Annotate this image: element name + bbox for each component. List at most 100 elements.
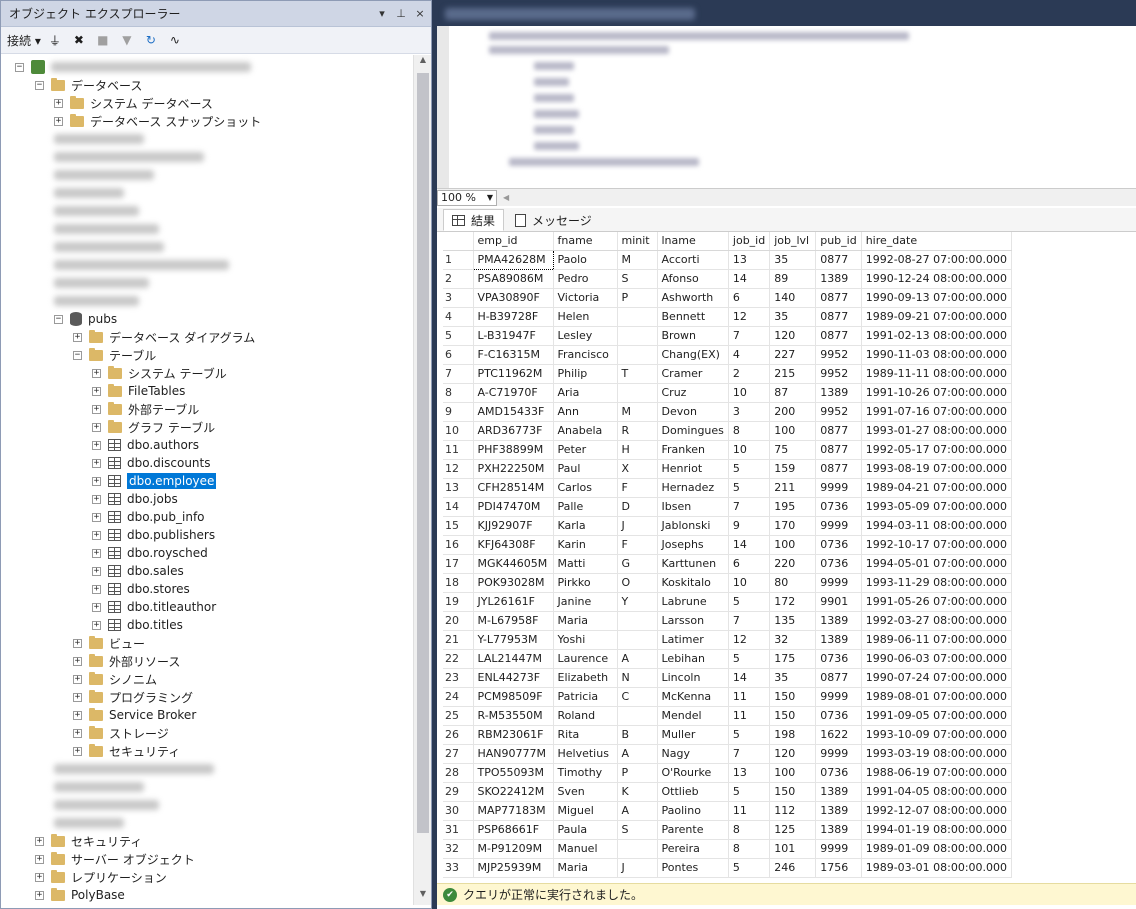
tree-node[interactable]: − pubs: [54, 310, 117, 328]
tree-node[interactable]: + プログラミング: [73, 688, 193, 706]
table-cell[interactable]: 1993-05-09 07:00:00.000: [861, 497, 1013, 517]
table-cell[interactable]: [617, 630, 658, 650]
table-cell[interactable]: H-B39728F: [473, 307, 554, 327]
row-number[interactable]: 5: [443, 326, 474, 346]
column-header[interactable]: minit: [617, 232, 658, 251]
redacted-database-node[interactable]: [54, 130, 144, 148]
table-cell[interactable]: PMA42628M: [472, 249, 554, 270]
table-cell[interactable]: B: [617, 725, 658, 745]
table-cell[interactable]: 13: [728, 250, 771, 270]
table-cell[interactable]: [617, 611, 658, 631]
table-cell[interactable]: 5: [728, 592, 771, 612]
table-cell[interactable]: 0877: [815, 307, 862, 327]
tree-node[interactable]: + システム テーブル: [92, 364, 227, 382]
table-cell[interactable]: 1994-03-11 08:00:00.000: [861, 516, 1013, 536]
table-cell[interactable]: PTC11962M: [473, 364, 554, 384]
expand-icon[interactable]: +: [35, 854, 44, 864]
table-cell[interactable]: PCM98509F: [473, 687, 554, 707]
table-cell[interactable]: 89: [769, 269, 817, 289]
table-row[interactable]: 6 F-C16315M Francisco Chang(EX) 4 227 9952 1990…: [443, 345, 1013, 365]
table-cell[interactable]: 101: [769, 839, 817, 859]
row-number[interactable]: 31: [443, 820, 474, 840]
expand-icon[interactable]: +: [92, 386, 101, 396]
row-number[interactable]: 28: [443, 763, 474, 783]
redacted-database-node[interactable]: [54, 202, 139, 220]
row-number[interactable]: 29: [443, 782, 474, 802]
table-cell[interactable]: PSA89086M: [473, 269, 554, 289]
table-cell[interactable]: 1991-07-16 07:00:00.000: [861, 402, 1013, 422]
table-cell[interactable]: Patricia: [553, 687, 618, 707]
row-number[interactable]: 1: [443, 250, 474, 270]
table-cell[interactable]: Victoria: [553, 288, 618, 308]
tree-node[interactable]: + ビュー: [73, 634, 145, 652]
table-cell[interactable]: CFH28514M: [473, 478, 554, 498]
table-row[interactable]: 23 ENL44273F Elizabeth N Lincoln 14 35 0877 1990…: [443, 668, 1013, 688]
tree-node[interactable]: + dbo.roysched: [92, 544, 208, 562]
table-cell[interactable]: 1389: [815, 820, 862, 840]
table-cell[interactable]: M: [617, 250, 658, 270]
table-cell[interactable]: 150: [769, 782, 817, 802]
tree-node[interactable]: + システム データベース: [54, 94, 213, 112]
expand-icon[interactable]: +: [73, 674, 82, 684]
collapse-icon[interactable]: −: [73, 350, 82, 360]
table-cell[interactable]: Parente: [657, 820, 729, 840]
table-cell[interactable]: Timothy: [553, 763, 618, 783]
table-cell[interactable]: 1993-08-19 07:00:00.000: [861, 459, 1013, 479]
table-cell[interactable]: 1389: [815, 801, 862, 821]
table-cell[interactable]: 175: [769, 649, 817, 669]
table-cell[interactable]: Y: [617, 592, 658, 612]
table-row[interactable]: 25 R-M53550M Roland Mendel 11 150 0736 1991-09-…: [443, 706, 1013, 726]
table-row[interactable]: 18 POK93028M Pirkko O Koskitalo 10 80 9999 1993-…: [443, 573, 1013, 593]
table-row[interactable]: 2 PSA89086M Pedro S Afonso 14 89 1389 1990-12-24…: [443, 269, 1013, 289]
table-cell[interactable]: 1756: [815, 858, 862, 878]
filter-icon[interactable]: ▼: [117, 30, 137, 50]
table-cell[interactable]: 11: [728, 706, 771, 726]
table-cell[interactable]: R: [617, 421, 658, 441]
table-cell[interactable]: 4: [728, 345, 771, 365]
table-row[interactable]: 20 M-L67958F Maria Larsson 7 135 1389 1992-03-2…: [443, 611, 1013, 631]
table-cell[interactable]: 10: [728, 440, 771, 460]
object-explorer-scrollbar[interactable]: ▲ ▼: [413, 55, 431, 905]
results-grid[interactable]: emp_id fname minit lname job_id job_lvl pub_id…: [443, 232, 1136, 880]
table-cell[interactable]: Lesley: [553, 326, 618, 346]
table-cell[interactable]: Ashworth: [657, 288, 729, 308]
table-row[interactable]: 24 PCM98509F Patricia C McKenna 11 150 9999 1989…: [443, 687, 1013, 707]
table-row[interactable]: 26 RBM23061F Rita B Muller 5 198 1622 1993-10-09…: [443, 725, 1013, 745]
table-cell[interactable]: 1989-01-09 08:00:00.000: [861, 839, 1013, 859]
table-cell[interactable]: 87: [769, 383, 817, 403]
row-number[interactable]: 27: [443, 744, 474, 764]
table-cell[interactable]: 215: [769, 364, 817, 384]
expand-icon[interactable]: +: [35, 872, 44, 882]
table-cell[interactable]: 14: [728, 668, 771, 688]
table-cell[interactable]: 12: [728, 307, 771, 327]
column-header[interactable]: job_id: [728, 232, 771, 251]
connect-button[interactable]: 接続 ▾: [7, 30, 41, 50]
table-cell[interactable]: Roland: [553, 706, 618, 726]
table-cell[interactable]: Lebihan: [657, 649, 729, 669]
table-cell[interactable]: 11: [728, 687, 771, 707]
table-cell[interactable]: S: [617, 820, 658, 840]
table-cell[interactable]: 1989-11-11 08:00:00.000: [861, 364, 1013, 384]
table-cell[interactable]: 9999: [815, 516, 862, 536]
table-cell[interactable]: 227: [769, 345, 817, 365]
table-cell[interactable]: 14: [728, 535, 771, 555]
table-cell[interactable]: Jablonski: [657, 516, 729, 536]
table-cell[interactable]: 10: [728, 573, 771, 593]
scroll-up-icon[interactable]: ▲: [414, 55, 432, 71]
table-cell[interactable]: Karttunen: [657, 554, 729, 574]
table-row[interactable]: 31 PSP68661F Paula S Parente 8 125 1389 1994-01-…: [443, 820, 1013, 840]
table-cell[interactable]: 100: [769, 535, 817, 555]
table-cell[interactable]: 2: [728, 364, 771, 384]
table-cell[interactable]: 170: [769, 516, 817, 536]
table-cell[interactable]: Sven: [553, 782, 618, 802]
table-cell[interactable]: Karla: [553, 516, 618, 536]
table-cell[interactable]: K: [617, 782, 658, 802]
table-cell[interactable]: Pedro: [553, 269, 618, 289]
row-number[interactable]: 18: [443, 573, 474, 593]
table-cell[interactable]: MJP25939M: [473, 858, 554, 878]
table-cell[interactable]: 150: [769, 687, 817, 707]
table-row[interactable]: 11 PHF38899M Peter H Franken 10 75 0877 1992-05-…: [443, 440, 1013, 460]
connect-plug-icon[interactable]: ⏚: [45, 30, 65, 50]
table-cell[interactable]: 1389: [815, 611, 862, 631]
table-cell[interactable]: 1993-10-09 07:00:00.000: [861, 725, 1013, 745]
